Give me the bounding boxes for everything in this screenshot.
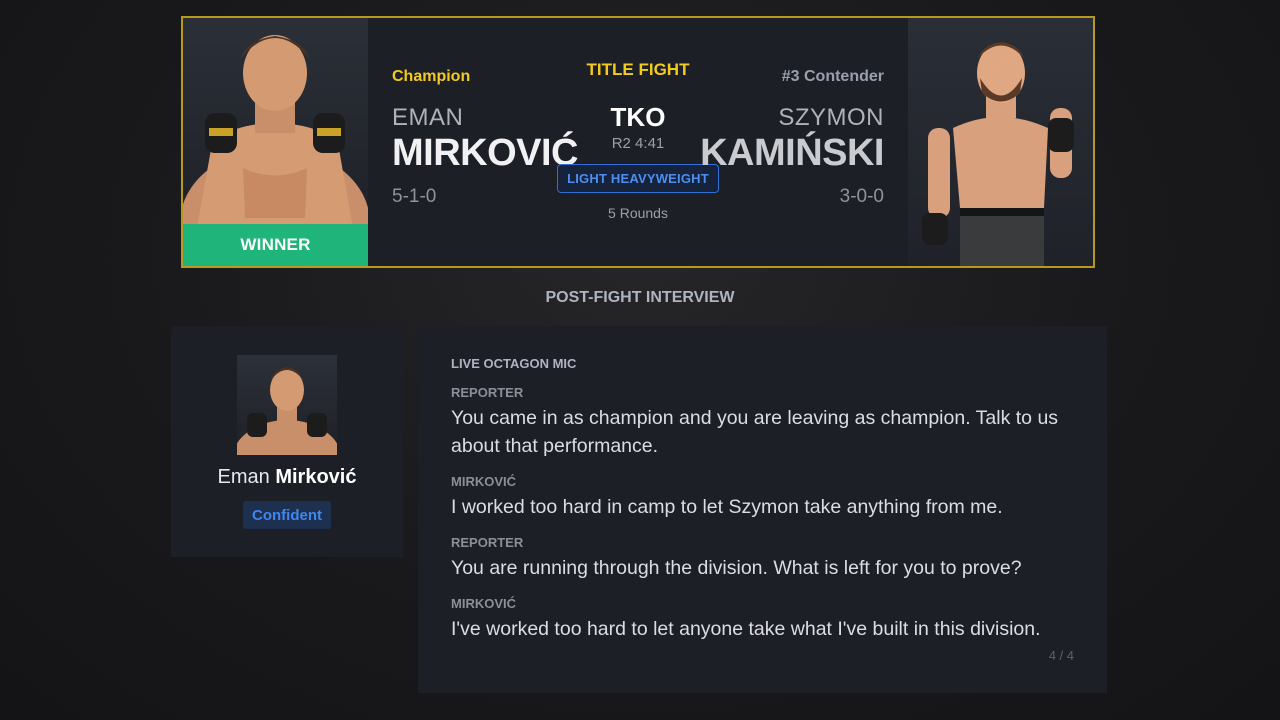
contender-tag: #3 Contender [781,68,884,85]
loser-last-name: KAMIŃSKI [700,132,884,174]
line-speaker: REPORTER [451,385,524,400]
line-speaker: REPORTER [451,535,524,550]
fight-details: Champion EMAN MIRKOVIĆ 5-1-0 TITLE FIGHT… [368,18,908,266]
fight-result-card: WINNER Champion EMAN MIRKOVIĆ 5-1-0 TITL… [181,16,1095,268]
fighter-avatar-icon [237,367,337,455]
winner-label: WINNER [183,224,368,266]
speaker-avatar [237,355,337,455]
interview-transcript: LIVE OCTAGON MIC REPORTER You came in as… [418,326,1107,693]
interview-heading: POST-FIGHT INTERVIEW [545,289,735,306]
speaker-card: Eman Mirković Confident [171,326,403,557]
fighter-illustration-icon [183,35,368,266]
line-text: I've worked too hard to let anyone take … [451,618,1041,640]
loser-portrait [908,18,1093,266]
line-text: I worked too hard in camp to let Szymon … [451,496,1003,518]
line-text: You came in as champion and you are leav… [451,407,1059,457]
channel-label: LIVE OCTAGON MIC [451,356,577,371]
speaker-first-name: Eman [217,466,270,488]
speaker-last-name: Mirković [275,466,357,488]
fighter-illustration-icon [922,42,1074,266]
line-speaker: MIRKOVIĆ [451,474,516,489]
loser-record: 3-0-0 [839,186,884,207]
mood-badge: Confident [243,501,331,529]
winner-portrait: WINNER [183,18,368,266]
line-speaker: MIRKOVIĆ [451,596,516,611]
line-text: You are running through the division. Wh… [451,557,1022,579]
loser-info: #3 Contender SZYMON KAMIŃSKI 3-0-0 [684,68,884,208]
speaker-name: Eman Mirković [171,466,403,489]
page-indicator: 4 / 4 [1048,648,1074,663]
loser-first-name: SZYMON [778,104,884,131]
